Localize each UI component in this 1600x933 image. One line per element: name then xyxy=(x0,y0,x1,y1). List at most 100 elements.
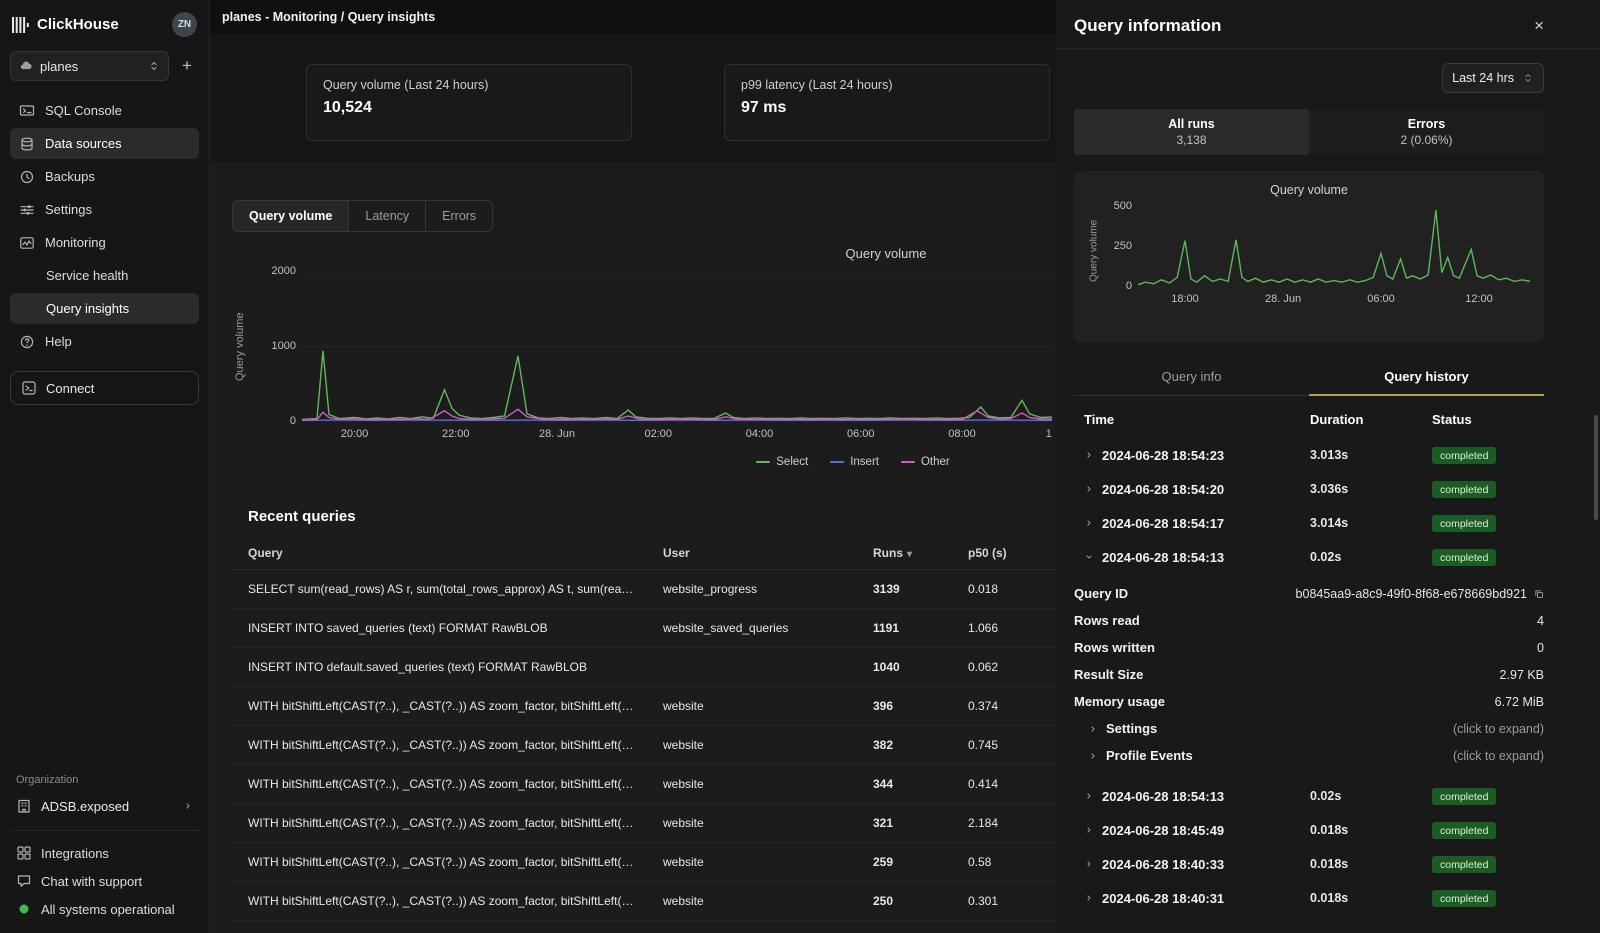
detail-row-settings[interactable]: Settings(click to expand) xyxy=(1074,715,1544,742)
table-row[interactable]: WITH bitShiftLeft(CAST(?..), _CAST(?..))… xyxy=(232,687,1056,726)
avatar[interactable]: ZN xyxy=(172,12,197,37)
cell-query: WITH bitShiftLeft(CAST(?..), _CAST(?..))… xyxy=(232,726,651,765)
history-row-status: completed xyxy=(1432,548,1544,567)
cell-user xyxy=(651,648,861,687)
table-row[interactable]: WITH bitShiftLeft(CAST(?..), _CAST(?..))… xyxy=(232,843,1056,882)
runs-tab-all-runs[interactable]: All runs3,138 xyxy=(1074,109,1309,155)
runs-tab-errors[interactable]: Errors2 (0.06%) xyxy=(1309,109,1544,155)
legend-label: Select xyxy=(776,456,808,468)
legend-label: Insert xyxy=(850,456,879,468)
cell-runs: 396 xyxy=(861,687,956,726)
copy-icon[interactable] xyxy=(1534,589,1544,599)
sidebar-nav: SQL ConsoleData sourcesBackupsSettingsMo… xyxy=(10,95,199,357)
mini-chart-xticks: 18:0028. Jun06:0012:00 xyxy=(1138,293,1530,311)
connect-button[interactable]: Connect xyxy=(10,371,199,405)
history-row[interactable]: 2024-06-28 18:40:310.018scompleted xyxy=(1074,881,1544,915)
table-row[interactable]: WITH bitShiftLeft(CAST(?..), _CAST(?..))… xyxy=(232,765,1056,804)
history-time-text: 2024-06-28 18:54:17 xyxy=(1102,516,1224,531)
history-row-time: 2024-06-28 18:54:17 xyxy=(1074,516,1310,531)
history-time-text: 2024-06-28 18:54:13 xyxy=(1102,550,1224,565)
add-service-button[interactable]: + xyxy=(175,52,199,80)
stat-value: 10,524 xyxy=(323,99,615,117)
x-tick: 04:00 xyxy=(746,428,774,440)
status-badge: completed xyxy=(1432,788,1496,805)
close-icon[interactable]: × xyxy=(1534,16,1544,36)
cell-runs: 344 xyxy=(861,765,956,804)
status-badge: completed xyxy=(1432,481,1496,498)
detail-label-wrap: Rows written xyxy=(1074,640,1155,655)
service-selector[interactable]: planes xyxy=(10,51,169,81)
detail-label: Settings xyxy=(1106,721,1157,736)
cell-user: website xyxy=(651,882,861,921)
scrollbar[interactable] xyxy=(1594,415,1598,520)
tab-errors[interactable]: Errors xyxy=(426,201,492,231)
mini-chart-title: Query volume xyxy=(1086,183,1532,197)
history-row-status: completed xyxy=(1432,787,1544,806)
chart-legend: Select Insert Other xyxy=(478,456,1056,468)
table-row[interactable]: WITH bitShiftLeft(CAST(?..), _CAST(?..))… xyxy=(232,726,1056,765)
history-row[interactable]: 2024-06-28 18:54:130.02scompleted xyxy=(1074,779,1544,813)
footer-item-integrations[interactable]: Integrations xyxy=(10,841,199,865)
chevron-right-icon xyxy=(183,801,193,811)
mini-chart-canvas: 18:0028. Jun06:0012:00 xyxy=(1138,207,1530,311)
history-row[interactable]: 2024-06-28 18:54:173.014scompleted xyxy=(1074,506,1544,540)
cell-user: website_saved_queries xyxy=(651,609,861,648)
cell-p50: 0.414 xyxy=(956,765,1056,804)
tab-query-info[interactable]: Query info xyxy=(1074,359,1309,396)
cell-query: WITH bitShiftLeft(CAST(?..), _CAST(?..))… xyxy=(232,882,651,921)
sidebar-item-sql-console[interactable]: SQL Console xyxy=(10,95,199,126)
legend-item-select[interactable]: Select xyxy=(756,456,808,468)
time-range-select[interactable]: Last 24 hrs xyxy=(1442,63,1544,93)
sidebar-item-help[interactable]: Help xyxy=(10,326,199,357)
sort-desc-icon: ▾ xyxy=(907,549,912,560)
legend-item-other[interactable]: Other xyxy=(901,456,950,468)
main-chart-canvas: 20:0022:0028. Jun02:0004:0006:0008:0010:… xyxy=(302,272,1052,446)
sidebar-item-settings[interactable]: Settings xyxy=(10,194,199,225)
history-row[interactable]: 2024-06-28 18:54:130.02scompleted xyxy=(1074,540,1544,574)
detail-row-profile-events[interactable]: Profile Events(click to expand) xyxy=(1074,742,1544,769)
tab-latency[interactable]: Latency xyxy=(349,201,426,231)
sidebar-item-data-sources[interactable]: Data sources xyxy=(10,128,199,159)
cell-user: website xyxy=(651,765,861,804)
y-tick: 2000 xyxy=(272,265,296,277)
table-row[interactable]: WITH bitShiftLeft(CAST(?..), _CAST(?..))… xyxy=(232,882,1056,921)
tab-query-history[interactable]: Query history xyxy=(1309,359,1544,396)
table-row[interactable]: SELECT sum(read_rows) AS r, sum(total_ro… xyxy=(232,570,1056,609)
column-header-query: Query xyxy=(232,537,651,570)
cell-p50: 0.062 xyxy=(956,648,1056,687)
clickhouse-logo-icon xyxy=(12,17,30,33)
sidebar-item-service-health[interactable]: Service health xyxy=(10,260,199,291)
history-col-time: Time xyxy=(1074,412,1310,427)
tab-query-volume[interactable]: Query volume xyxy=(233,201,349,231)
table-row[interactable]: WITH bitShiftLeft(CAST(?..), _CAST(?..))… xyxy=(232,804,1056,843)
stat-label: p99 latency (Last 24 hours) xyxy=(741,78,1033,92)
chevron-right-icon xyxy=(1084,518,1094,528)
footer-item-chat-with-support[interactable]: Chat with support xyxy=(10,869,199,893)
runs-tab-label: All runs xyxy=(1168,117,1215,131)
history-row[interactable]: 2024-06-28 18:40:330.018scompleted xyxy=(1074,847,1544,881)
history-row[interactable]: 2024-06-28 18:45:490.018scompleted xyxy=(1074,813,1544,847)
sidebar-item-monitoring[interactable]: Monitoring xyxy=(10,227,199,258)
main-area: planes - Monitoring / Query insights Que… xyxy=(210,0,1056,933)
sidebar-item-backups[interactable]: Backups xyxy=(10,161,199,192)
chevron-right-icon xyxy=(1084,859,1094,869)
history-row[interactable]: 2024-06-28 18:54:233.013scompleted xyxy=(1074,438,1544,472)
history-row-duration: 0.018s xyxy=(1310,823,1432,837)
table-row[interactable]: INSERT INTO default.saved_queries (text)… xyxy=(232,648,1056,687)
cell-p50: 0.301 xyxy=(956,882,1056,921)
detail-row-query-id: Query IDb0845aa9-a8c9-49f0-8f68-e678669b… xyxy=(1074,580,1544,607)
sidebar-item-label: Help xyxy=(45,334,72,349)
sidebar-item-query-insights[interactable]: Query insights xyxy=(10,293,199,324)
backups-icon xyxy=(19,169,35,185)
legend-marker xyxy=(756,461,770,464)
table-row[interactable]: INSERT INTO saved_queries (text) FORMAT … xyxy=(232,609,1056,648)
main-chart-svg xyxy=(302,272,1052,422)
legend-item-insert[interactable]: Insert xyxy=(830,456,879,468)
mini-chart-svg xyxy=(1138,207,1530,287)
sidebar-item-label: Query insights xyxy=(46,301,129,316)
column-header-runs[interactable]: Runs▾ xyxy=(861,537,956,570)
history-row[interactable]: 2024-06-28 18:54:203.036scompleted xyxy=(1074,472,1544,506)
footer-item-all-systems-operational[interactable]: All systems operational xyxy=(10,897,199,921)
organization-item[interactable]: ADSB.exposed xyxy=(10,794,199,818)
x-tick: 06:00 xyxy=(847,428,875,440)
